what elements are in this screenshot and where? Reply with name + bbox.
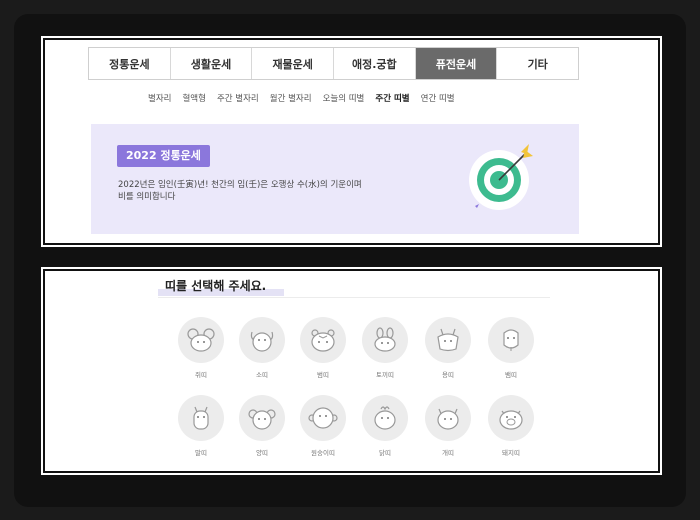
subnav-weekly-zodiac[interactable]: 주간 띠별 bbox=[375, 92, 409, 104]
zodiac-label: 쥐띠 bbox=[195, 371, 207, 379]
monkey-icon bbox=[300, 395, 346, 441]
subnav-monthly-constellation[interactable]: 월간 별자리 bbox=[270, 92, 312, 104]
promo-banner[interactable]: 2022 정통운세 2022년은 임인(壬寅)년! 천간의 임(壬)은 오행상 … bbox=[91, 124, 579, 234]
target-icon bbox=[469, 144, 533, 210]
dragon-icon bbox=[425, 317, 471, 363]
tab-life[interactable]: 생활운세 bbox=[171, 48, 253, 79]
zodiac-snake[interactable]: 뱀띠 bbox=[487, 317, 535, 379]
tab-love[interactable]: 애정.궁합 bbox=[334, 48, 416, 79]
zodiac-label: 양띠 bbox=[256, 449, 268, 457]
subnav-blood-type[interactable]: 혈액형 bbox=[182, 92, 205, 104]
zodiac-label: 뱀띠 bbox=[505, 371, 517, 379]
banner-description: 2022년은 임인(壬寅)년! 천간의 임(壬)은 오행상 수(水)의 기운이며… bbox=[118, 179, 418, 203]
sheep-icon bbox=[239, 395, 285, 441]
zodiac-label: 토끼띠 bbox=[376, 371, 394, 379]
zodiac-label: 돼지띠 bbox=[502, 449, 520, 457]
zodiac-label: 범띠 bbox=[317, 371, 329, 379]
main-tabs: 정통운세 생활운세 재물운세 애정.궁합 퓨전운세 기타 bbox=[88, 47, 579, 80]
zodiac-label: 개띠 bbox=[442, 449, 454, 457]
banner-line-2: 비를 의미합니다 bbox=[118, 192, 176, 202]
pig-icon bbox=[488, 395, 534, 441]
zodiac-label: 원숭이띠 bbox=[311, 449, 335, 457]
zodiac-dog[interactable]: 개띠 bbox=[424, 395, 472, 457]
subnav-constellation[interactable]: 별자리 bbox=[148, 92, 171, 104]
rabbit-icon bbox=[362, 317, 408, 363]
snake-icon bbox=[488, 317, 534, 363]
zodiac-rat[interactable]: 쥐띠 bbox=[177, 317, 225, 379]
rooster-icon bbox=[362, 395, 408, 441]
zodiac-ox[interactable]: 소띠 bbox=[238, 317, 286, 379]
tab-fusion[interactable]: 퓨전운세 bbox=[415, 48, 498, 79]
zodiac-sheep[interactable]: 양띠 bbox=[238, 395, 286, 457]
banner-badge: 2022 정통운세 bbox=[117, 145, 210, 167]
zodiac-tiger[interactable]: 범띠 bbox=[299, 317, 347, 379]
zodiac-label: 용띠 bbox=[442, 371, 454, 379]
ox-icon bbox=[239, 317, 285, 363]
zodiac-rooster[interactable]: 닭띠 bbox=[361, 395, 409, 457]
tab-etc[interactable]: 기타 bbox=[497, 48, 578, 79]
zodiac-dragon[interactable]: 용띠 bbox=[424, 317, 472, 379]
title-divider bbox=[158, 297, 550, 298]
subnav-weekly-constellation[interactable]: 주간 별자리 bbox=[217, 92, 259, 104]
zodiac-pig[interactable]: 돼지띠 bbox=[487, 395, 535, 457]
subnav-today-zodiac[interactable]: 오늘의 띠별 bbox=[323, 92, 365, 104]
subnav-yearly-zodiac[interactable]: 연간 띠별 bbox=[421, 92, 455, 104]
tab-jeongtong[interactable]: 정통운세 bbox=[89, 48, 171, 79]
dog-icon bbox=[425, 395, 471, 441]
zodiac-horse[interactable]: 말띠 bbox=[177, 395, 225, 457]
select-title: 띠를 선택해 주세요. bbox=[165, 279, 267, 293]
banner-line-1: 2022년은 임인(壬寅)년! 천간의 임(壬)은 오행상 수(水)의 기운이며 bbox=[118, 180, 362, 190]
horse-icon bbox=[178, 395, 224, 441]
zodiac-label: 말띠 bbox=[195, 449, 207, 457]
zodiac-rabbit[interactable]: 토끼띠 bbox=[361, 317, 409, 379]
sub-nav: 별자리 혈액형 주간 별자리 월간 별자리 오늘의 띠별 주간 띠별 연간 띠별 bbox=[148, 92, 455, 104]
zodiac-label: 소띠 bbox=[256, 371, 268, 379]
zodiac-monkey[interactable]: 원숭이띠 bbox=[299, 395, 347, 457]
rat-icon bbox=[178, 317, 224, 363]
tiger-icon bbox=[300, 317, 346, 363]
zodiac-label: 닭띠 bbox=[379, 449, 391, 457]
tab-wealth[interactable]: 재물운세 bbox=[252, 48, 335, 79]
